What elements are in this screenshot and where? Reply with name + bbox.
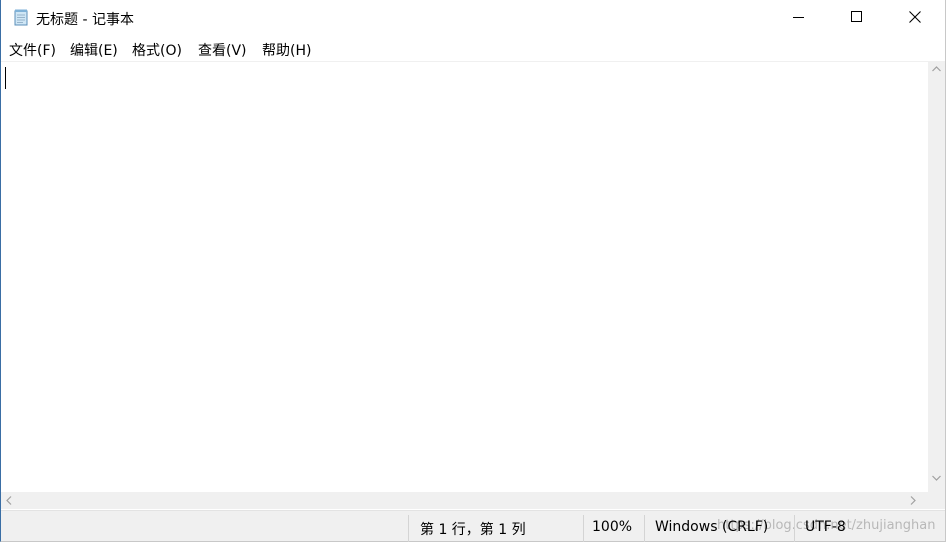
menu-format[interactable]: 格式(O) — [132, 40, 182, 60]
scroll-right-arrow-icon[interactable] — [910, 496, 916, 505]
status-line-ending: Windows (CRLF) — [655, 519, 769, 535]
status-divider — [408, 515, 409, 542]
scroll-down-arrow-icon[interactable] — [932, 475, 941, 481]
text-caret — [5, 67, 6, 89]
scroll-left-arrow-icon[interactable] — [6, 496, 12, 505]
scroll-up-arrow-icon[interactable] — [932, 66, 941, 72]
status-cursor-position: 第 1 行，第 1 列 — [420, 522, 526, 538]
title-bar[interactable]: 无标题 - 记事本 — [1, 0, 945, 35]
maximize-button[interactable] — [829, 0, 887, 35]
status-bar: 第 1 行，第 1 列 100% https://blog.csdn.net/z… — [1, 510, 945, 542]
text-editor[interactable] — [1, 61, 928, 493]
menu-edit[interactable]: 编辑(E) — [70, 40, 118, 60]
status-encoding: UTF-8 — [805, 519, 846, 535]
maximize-icon — [851, 11, 862, 22]
minimize-button[interactable] — [771, 0, 829, 35]
horizontal-scrollbar[interactable] — [1, 492, 928, 509]
vertical-scrollbar[interactable] — [928, 61, 945, 492]
status-divider — [583, 515, 584, 542]
close-icon — [909, 11, 921, 23]
window-title: 无标题 - 记事本 — [36, 12, 134, 28]
scrollbar-corner — [928, 492, 945, 509]
notepad-window: 无标题 - 记事本 文件(F) 编辑(E) 格式(O) 查看(V) 帮助(H) — [0, 0, 946, 542]
menu-bar: 文件(F) 编辑(E) 格式(O) 查看(V) 帮助(H) — [1, 36, 945, 60]
menu-help[interactable]: 帮助(H) — [262, 40, 311, 60]
status-zoom: 100% — [592, 519, 633, 535]
status-divider — [644, 515, 645, 542]
close-button[interactable] — [887, 0, 945, 35]
menu-view[interactable]: 查看(V) — [198, 40, 247, 60]
status-divider — [794, 515, 795, 542]
notepad-app-icon[interactable] — [13, 9, 29, 26]
menu-file[interactable]: 文件(F) — [9, 40, 56, 60]
minimize-icon — [793, 17, 804, 18]
